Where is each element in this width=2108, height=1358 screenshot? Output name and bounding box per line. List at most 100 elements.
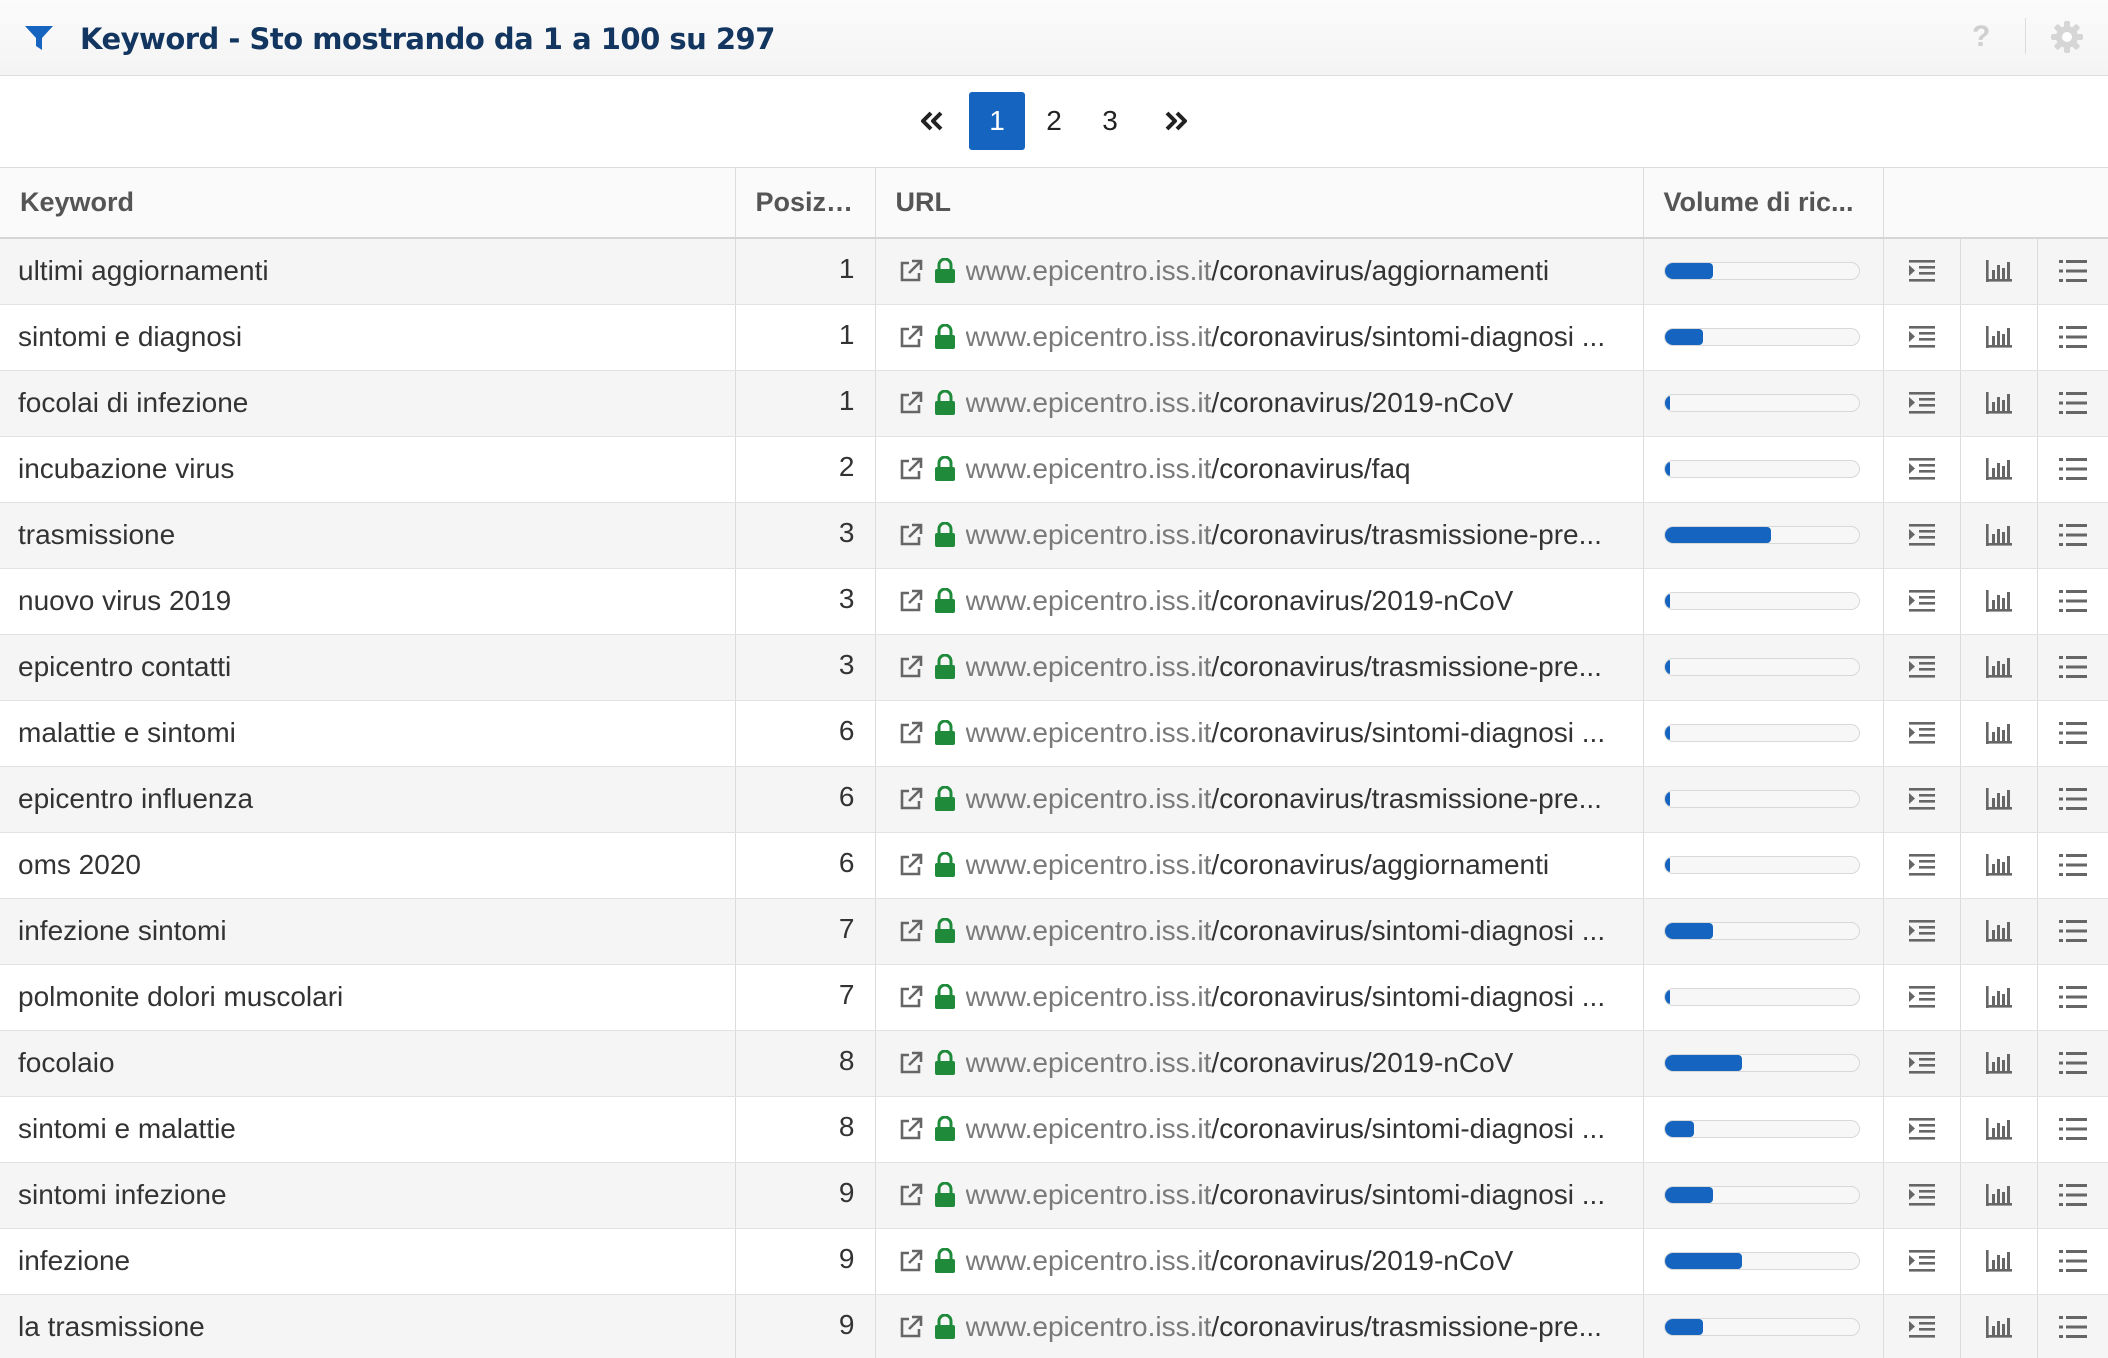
serp-button[interactable] [1883, 964, 1961, 1031]
details-button[interactable] [2037, 568, 2108, 635]
keyword-cell[interactable]: epicentro contatti [0, 634, 736, 701]
chart-button[interactable] [1960, 766, 2038, 833]
external-link-icon[interactable] [898, 1050, 924, 1076]
chart-button[interactable] [1960, 1096, 2038, 1163]
external-link-icon[interactable] [898, 588, 924, 614]
serp-button[interactable] [1883, 1162, 1961, 1229]
details-button[interactable] [2037, 1228, 2108, 1295]
page-1-button[interactable]: 1 [969, 92, 1025, 150]
external-link-icon[interactable] [898, 1116, 924, 1142]
filter-icon[interactable] [24, 24, 54, 52]
external-link-icon[interactable] [898, 390, 924, 416]
serp-button[interactable] [1883, 634, 1961, 701]
gear-icon[interactable] [2050, 20, 2084, 54]
serp-button[interactable] [1883, 370, 1961, 437]
keyword-cell[interactable]: trasmissione [0, 502, 736, 569]
details-button[interactable] [2037, 238, 2108, 305]
keyword-cell[interactable]: infezione sintomi [0, 898, 736, 965]
chart-button[interactable] [1960, 1294, 2038, 1358]
external-link-icon[interactable] [898, 1314, 924, 1340]
serp-button[interactable] [1883, 436, 1961, 503]
keyword-cell[interactable]: sintomi e diagnosi [0, 304, 736, 371]
external-link-icon[interactable] [898, 258, 924, 284]
serp-button[interactable] [1883, 502, 1961, 569]
external-link-icon[interactable] [898, 522, 924, 548]
url-link[interactable]: www.epicentro.iss.it/coronavirus/trasmis… [966, 783, 1602, 815]
external-link-icon[interactable] [898, 1248, 924, 1274]
page-3-button[interactable]: 3 [1082, 92, 1138, 150]
column-header-url[interactable]: URL [875, 168, 1644, 239]
url-link[interactable]: www.epicentro.iss.it/coronavirus/faq [966, 453, 1411, 485]
chart-button[interactable] [1960, 304, 2038, 371]
serp-button[interactable] [1883, 766, 1961, 833]
keyword-cell[interactable]: focolai di infezione [0, 370, 736, 437]
details-button[interactable] [2037, 634, 2108, 701]
keyword-cell[interactable]: oms 2020 [0, 832, 736, 899]
keyword-cell[interactable]: epicentro influenza [0, 766, 736, 833]
chart-button[interactable] [1960, 1228, 2038, 1295]
external-link-icon[interactable] [898, 918, 924, 944]
keyword-cell[interactable]: nuovo virus 2019 [0, 568, 736, 635]
details-button[interactable] [2037, 304, 2108, 371]
serp-button[interactable] [1883, 568, 1961, 635]
details-button[interactable] [2037, 436, 2108, 503]
url-link[interactable]: www.epicentro.iss.it/coronavirus/2019-nC… [966, 585, 1514, 617]
column-header-keyword[interactable]: Keyword [0, 168, 736, 239]
url-link[interactable]: www.epicentro.iss.it/coronavirus/sintomi… [966, 981, 1606, 1013]
details-button[interactable] [2037, 898, 2108, 965]
details-button[interactable] [2037, 1294, 2108, 1358]
url-link[interactable]: www.epicentro.iss.it/coronavirus/2019-nC… [966, 387, 1514, 419]
details-button[interactable] [2037, 1162, 2108, 1229]
details-button[interactable] [2037, 1096, 2108, 1163]
serp-button[interactable] [1883, 1294, 1961, 1358]
external-link-icon[interactable] [898, 720, 924, 746]
chart-button[interactable] [1960, 964, 2038, 1031]
external-link-icon[interactable] [898, 654, 924, 680]
details-button[interactable] [2037, 370, 2108, 437]
url-link[interactable]: www.epicentro.iss.it/coronavirus/sintomi… [966, 717, 1606, 749]
external-link-icon[interactable] [898, 984, 924, 1010]
details-button[interactable] [2037, 964, 2108, 1031]
chart-button[interactable] [1960, 436, 2038, 503]
external-link-icon[interactable] [898, 324, 924, 350]
serp-button[interactable] [1883, 898, 1961, 965]
chart-button[interactable] [1960, 238, 2038, 305]
url-link[interactable]: www.epicentro.iss.it/coronavirus/sintomi… [966, 1113, 1606, 1145]
url-link[interactable]: www.epicentro.iss.it/coronavirus/2019-nC… [966, 1047, 1514, 1079]
chart-button[interactable] [1960, 634, 2038, 701]
chart-button[interactable] [1960, 898, 2038, 965]
first-page-button[interactable] [904, 92, 960, 150]
keyword-cell[interactable]: la trasmissione [0, 1294, 736, 1358]
chart-button[interactable] [1960, 1030, 2038, 1097]
external-link-icon[interactable] [898, 1182, 924, 1208]
column-header-position[interactable]: Posizi... [735, 168, 876, 239]
column-header-volume[interactable]: Volume di ric... [1643, 168, 1884, 239]
keyword-cell[interactable]: infezione [0, 1228, 736, 1295]
serp-button[interactable] [1883, 238, 1961, 305]
chart-button[interactable] [1960, 700, 2038, 767]
url-link[interactable]: www.epicentro.iss.it/coronavirus/trasmis… [966, 651, 1602, 683]
keyword-cell[interactable]: focolaio [0, 1030, 736, 1097]
url-link[interactable]: www.epicentro.iss.it/coronavirus/2019-nC… [966, 1245, 1514, 1277]
details-button[interactable] [2037, 700, 2108, 767]
serp-button[interactable] [1883, 304, 1961, 371]
url-link[interactable]: www.epicentro.iss.it/coronavirus/sintomi… [966, 915, 1606, 947]
url-link[interactable]: www.epicentro.iss.it/coronavirus/sintomi… [966, 321, 1606, 353]
serp-button[interactable] [1883, 1030, 1961, 1097]
keyword-cell[interactable]: sintomi infezione [0, 1162, 736, 1229]
details-button[interactable] [2037, 1030, 2108, 1097]
chart-button[interactable] [1960, 370, 2038, 437]
keyword-cell[interactable]: ultimi aggiornamenti [0, 238, 736, 305]
serp-button[interactable] [1883, 1096, 1961, 1163]
keyword-cell[interactable]: polmonite dolori muscolari [0, 964, 736, 1031]
details-button[interactable] [2037, 766, 2108, 833]
keyword-cell[interactable]: incubazione virus [0, 436, 736, 503]
last-page-button[interactable] [1148, 92, 1204, 150]
url-link[interactable]: www.epicentro.iss.it/coronavirus/aggiorn… [966, 255, 1550, 287]
chart-button[interactable] [1960, 502, 2038, 569]
url-link[interactable]: www.epicentro.iss.it/coronavirus/aggiorn… [966, 849, 1550, 881]
url-link[interactable]: www.epicentro.iss.it/coronavirus/sintomi… [966, 1179, 1606, 1211]
details-button[interactable] [2037, 832, 2108, 899]
serp-button[interactable] [1883, 832, 1961, 899]
details-button[interactable] [2037, 502, 2108, 569]
